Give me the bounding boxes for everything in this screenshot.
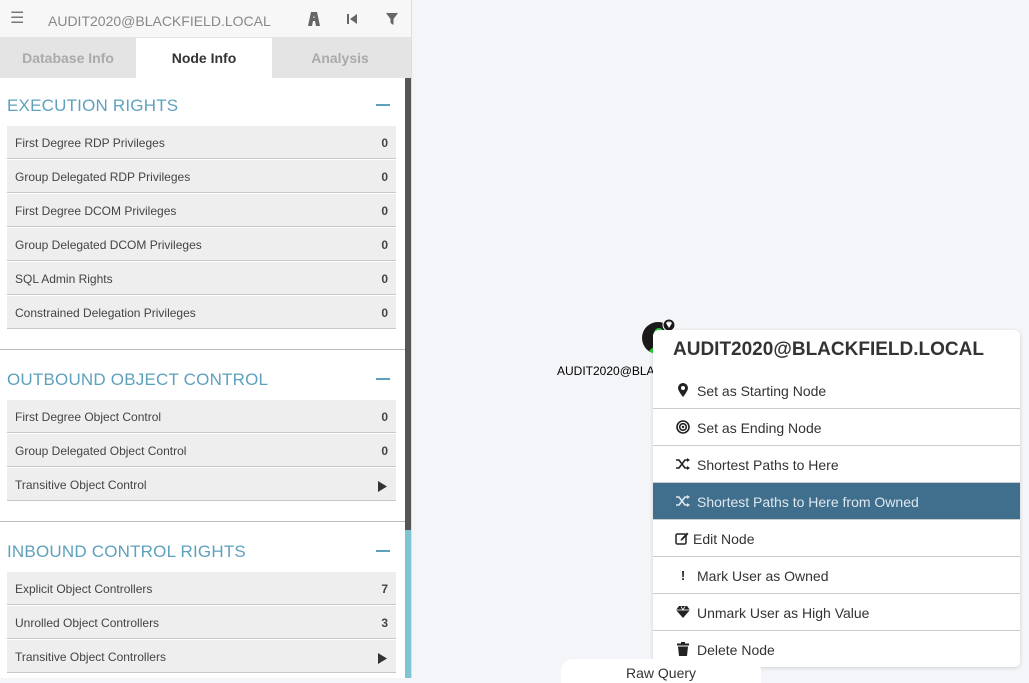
hamburger-menu-icon[interactable]: ☰ [10,11,24,27]
list-item[interactable]: Unrolled Object Controllers 3 [7,606,396,639]
row-label: First Degree Object Control [15,410,162,424]
bullseye-icon [676,420,690,434]
section-title: INBOUND CONTROL RIGHTS [7,542,246,561]
play-arrow-icon[interactable] [378,479,387,492]
menu-item-label: Set as Starting Node [697,383,827,399]
menu-item-label: Mark User as Owned [697,568,829,584]
row-label: Group Delegated Object Control [15,444,187,458]
menu-item-label: Shortest Paths to Here from Owned [697,494,919,510]
section-title: EXECUTION RIGHTS [7,96,179,115]
collapse-icon[interactable] [376,544,390,558]
row-label: Group Delegated RDP Privileges [15,170,191,184]
back-icon[interactable] [342,9,362,29]
row-label: Constrained Delegation Privileges [15,306,196,320]
raw-query-toggle[interactable]: Raw Query [561,659,761,683]
raw-query-label: Raw Query [626,665,697,681]
pathfinding-icon[interactable] [304,9,324,29]
row-label: First Degree DCOM Privileges [15,204,177,218]
menu-item-label: Set as Ending Node [697,420,822,436]
panel-tabs: Database Info Node Info Analysis [0,38,411,78]
menu-item-edit-node[interactable]: Edit Node [653,520,1020,557]
trash-icon [676,642,690,656]
search-input[interactable]: AUDIT2020@BLACKFIELD.LOCAL [48,13,271,29]
list-item[interactable]: Group Delegated Object Control 0 [7,434,396,467]
tab-node-info[interactable]: Node Info [136,38,272,78]
row-count: 0 [381,444,388,458]
section-execution-rights: EXECUTION RIGHTS First Degree RDP Privil… [0,96,405,350]
menu-item-label: Edit Node [693,531,755,547]
random-icon [676,457,690,471]
play-arrow-icon[interactable] [378,651,387,664]
row-count: 0 [381,410,388,424]
search-bar: ☰ AUDIT2020@BLACKFIELD.LOCAL [0,0,411,38]
row-count: 0 [381,170,388,184]
list-item[interactable]: Transitive Object Controllers [7,640,396,673]
section-outbound-object-control: OUTBOUND OBJECT CONTROL First Degree Obj… [0,370,405,522]
menu-item-label: Delete Node [697,642,775,658]
menu-item-set-starting-node[interactable]: Set as Starting Node [653,372,1020,409]
menu-item-mark-user-owned[interactable]: ! Mark User as Owned [653,557,1020,594]
row-label: SQL Admin Rights [15,272,113,286]
scrollbar-thumb[interactable] [405,78,411,530]
row-count: 3 [381,616,388,630]
menu-item-set-ending-node[interactable]: Set as Ending Node [653,409,1020,446]
exclamation-icon: ! [680,567,686,583]
tab-analysis[interactable]: Analysis [272,38,408,78]
node-context-menu: AUDIT2020@BLACKFIELD.LOCAL Set as Starti… [653,330,1020,667]
list-item[interactable]: First Degree Object Control 0 [7,400,396,433]
list-item[interactable]: Group Delegated RDP Privileges 0 [7,160,396,193]
gem-icon [676,605,690,619]
row-count: 0 [381,306,388,320]
edit-icon [675,531,689,545]
side-panel: ☰ AUDIT2020@BLACKFIELD.LOCAL Database In… [0,0,412,678]
menu-item-shortest-paths-from-owned[interactable]: Shortest Paths to Here from Owned [653,483,1020,520]
row-label: Group Delegated DCOM Privileges [15,238,202,252]
row-label: Explicit Object Controllers [15,582,153,596]
list-item[interactable]: First Degree RDP Privileges 0 [7,126,396,159]
section-divider [0,521,405,522]
node-info-content: EXECUTION RIGHTS First Degree RDP Privil… [0,78,405,678]
collapse-icon[interactable] [376,372,390,386]
scrollbar-accent [405,530,411,678]
section-title: OUTBOUND OBJECT CONTROL [7,370,269,389]
random-icon [676,494,690,508]
menu-item-unmark-high-value[interactable]: Unmark User as High Value [653,594,1020,631]
list-item[interactable]: Transitive Object Control [7,468,396,501]
row-label: Unrolled Object Controllers [15,616,160,630]
row-label: Transitive Object Control [15,478,147,492]
row-count: 0 [381,136,388,150]
context-menu-title: AUDIT2020@BLACKFIELD.LOCAL [673,339,984,360]
list-item[interactable]: Group Delegated DCOM Privileges 0 [7,228,396,261]
list-item[interactable]: Explicit Object Controllers 7 [7,572,396,605]
list-item[interactable]: First Degree DCOM Privileges 0 [7,194,396,227]
list-item[interactable]: Constrained Delegation Privileges 0 [7,296,396,329]
map-marker-icon [676,383,690,397]
row-count: 7 [381,582,388,596]
tab-database-info[interactable]: Database Info [0,38,136,78]
row-count: 0 [381,272,388,286]
collapse-icon[interactable] [376,98,390,112]
section-inbound-control-rights: INBOUND CONTROL RIGHTS Explicit Object C… [0,542,405,678]
menu-item-shortest-paths-to-here[interactable]: Shortest Paths to Here [653,446,1020,483]
row-label: First Degree RDP Privileges [15,136,165,150]
filter-icon[interactable] [382,9,402,29]
menu-item-label: Shortest Paths to Here [697,457,839,473]
row-count: 0 [381,238,388,252]
section-divider [0,349,405,350]
row-label: Transitive Object Controllers [15,650,166,664]
row-count: 0 [381,204,388,218]
list-item[interactable]: SQL Admin Rights 0 [7,262,396,295]
menu-item-label: Unmark User as High Value [697,605,870,621]
